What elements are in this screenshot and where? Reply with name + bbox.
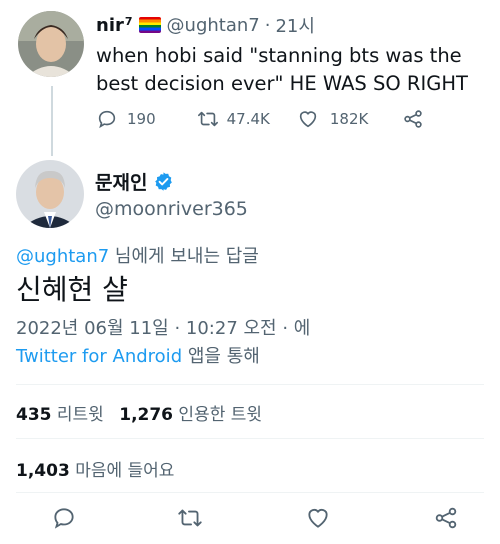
parent-handle[interactable]: @ughtan7 xyxy=(167,15,260,36)
thread-connector-line xyxy=(51,86,53,156)
share-button[interactable] xyxy=(433,505,459,535)
parent-reply-button[interactable]: 190 xyxy=(96,108,156,130)
reply-icon xyxy=(54,508,74,529)
divider xyxy=(16,384,484,385)
quote-label: 인용한 트윗 xyxy=(178,405,263,425)
likes-stat[interactable]: 1,403 마음에 들어요 xyxy=(16,461,174,481)
retweets-stat[interactable]: 435 리트윗 xyxy=(16,405,104,425)
retweet-count: 435 xyxy=(16,405,52,425)
source-suffix: 앱을 통해 xyxy=(182,346,260,367)
parent-share-button[interactable] xyxy=(402,108,424,130)
replying-to-line: @ughtan7 님에게 보내는 답글 xyxy=(16,242,259,268)
main-display-name-row: 문재인 xyxy=(95,168,174,195)
parent-time[interactable]: 21시 xyxy=(275,12,314,38)
source-link[interactable]: Twitter for Android xyxy=(16,346,182,367)
verified-badge-icon xyxy=(155,172,173,191)
retweet-icon xyxy=(178,509,202,527)
share-icon xyxy=(435,507,457,529)
main-avatar[interactable] xyxy=(16,160,84,228)
likes-stats-row: 1,403 마음에 들어요 xyxy=(16,456,174,481)
divider xyxy=(16,438,484,439)
retweet-icon xyxy=(197,111,218,127)
quote-count: 1,276 xyxy=(119,405,174,425)
pride-flag-icon xyxy=(138,17,161,33)
reply-to-handle-link[interactable]: @ughtan7 xyxy=(16,246,109,267)
like-icon xyxy=(308,509,328,528)
parent-action-bar: 190 47.4K 182K xyxy=(96,108,424,130)
main-handle[interactable]: @moonriver365 xyxy=(95,198,248,220)
reply-icon xyxy=(98,110,116,129)
reply-button[interactable] xyxy=(51,505,77,535)
reply-to-suffix: 님에게 보내는 답글 xyxy=(109,246,259,267)
divider xyxy=(16,492,484,493)
quote-tweets-stat[interactable]: 1,276 인용한 트윗 xyxy=(119,405,262,425)
retweet-label: 리트윗 xyxy=(56,405,104,425)
main-display-name[interactable]: 문재인 xyxy=(95,168,147,195)
parent-like-count: 182K xyxy=(329,110,369,128)
like-count: 1,403 xyxy=(16,461,70,481)
retweet-stats-row: 435 리트윗 1,276 인용한 트윗 xyxy=(16,400,262,425)
parent-reply-count: 190 xyxy=(127,110,156,128)
main-tweet-text: 신혜현 샬 xyxy=(16,273,128,306)
parent-avatar[interactable] xyxy=(18,11,84,77)
parent-like-button[interactable]: 182K xyxy=(297,108,368,130)
parent-display-name[interactable]: nir7 xyxy=(96,15,133,36)
parent-retweet-count: 47.4K xyxy=(226,110,270,128)
share-icon xyxy=(404,110,423,128)
tweet-timestamp[interactable]: 2022년 06월 11일 · 10:27 오전 · 에 xyxy=(16,314,310,340)
parent-header: nir7 @ughtan7 · 21시 xyxy=(96,12,315,38)
tweet-source-line: Twitter for Android 앱을 통해 xyxy=(16,342,260,368)
like-icon xyxy=(299,111,317,128)
parent-retweet-button[interactable]: 47.4K xyxy=(196,108,270,130)
header-separator: · xyxy=(264,14,271,36)
like-button[interactable] xyxy=(305,505,331,535)
like-label: 마음에 들어요 xyxy=(75,461,175,481)
parent-tweet-text: when hobi said "stanning bts was the bes… xyxy=(96,44,468,95)
name-superscript: 7 xyxy=(124,14,133,28)
retweet-button[interactable] xyxy=(176,505,204,535)
